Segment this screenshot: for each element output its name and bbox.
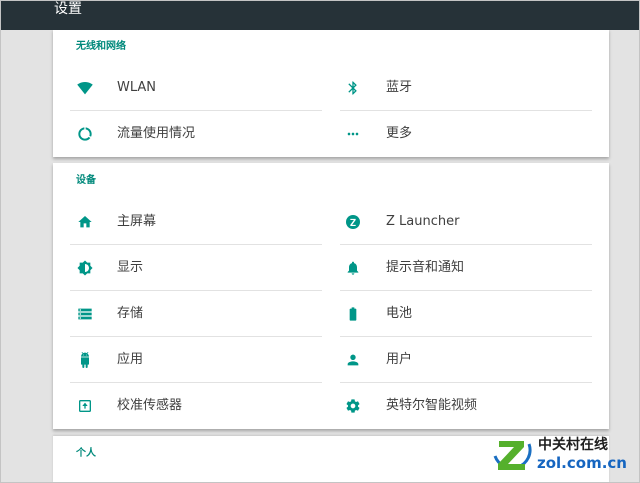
settings-item-home[interactable]: 主屏幕: [70, 199, 322, 245]
settings-item-users[interactable]: 用户: [340, 337, 592, 383]
section-header: 设备: [76, 175, 96, 186]
battery-icon: [345, 306, 361, 322]
section-wireless-networks: 无线和网络 WLAN 蓝牙 流量使用情况 更多: [53, 29, 609, 157]
settings-item-apps[interactable]: 应用: [70, 337, 322, 383]
watermark-name: 中关村在线: [538, 437, 608, 453]
more-icon: [345, 126, 361, 142]
home-icon: [77, 214, 93, 230]
settings-item-label: 显示: [117, 260, 144, 275]
section-header: 无线和网络: [76, 41, 126, 52]
bluetooth-icon: [345, 80, 361, 96]
settings-item-label: 存储: [117, 306, 144, 321]
settings-item-label: 提示音和通知: [386, 260, 465, 275]
watermark-url: zol.com.cn: [537, 454, 627, 472]
settings-item-intel-smart-video[interactable]: 英特尔智能视频: [340, 383, 592, 429]
settings-item-storage[interactable]: 存储: [70, 291, 322, 337]
wifi-icon: [77, 80, 93, 96]
settings-item-label: 用户: [386, 352, 413, 367]
settings-item-label: 更多: [386, 126, 413, 141]
settings-item-calibrate-sensors[interactable]: 校准传感器: [70, 383, 322, 429]
settings-item-label: 主屏幕: [117, 214, 157, 229]
settings-item-label: 英特尔智能视频: [386, 398, 478, 413]
storage-icon: [77, 306, 93, 322]
settings-item-label: 流量使用情况: [117, 126, 196, 141]
zol-watermark: 中关村在线 zol.com.cn: [489, 430, 637, 480]
settings-item-label: Z Launcher: [386, 214, 460, 229]
settings-item-z-launcher[interactable]: Z Launcher: [340, 199, 592, 245]
settings-item-display[interactable]: 显示: [70, 245, 322, 291]
android-icon: [77, 352, 93, 368]
bell-icon: [345, 260, 361, 276]
gear-icon: [345, 398, 361, 414]
display-icon: [77, 260, 93, 276]
zol-logo-icon: [493, 441, 532, 470]
settings-item-battery[interactable]: 电池: [340, 291, 592, 337]
settings-item-bluetooth[interactable]: 蓝牙: [340, 65, 592, 111]
z-launcher-icon: [345, 214, 361, 230]
settings-item-label: 电池: [386, 306, 413, 321]
settings-item-sound-notification[interactable]: 提示音和通知: [340, 245, 592, 291]
settings-item-more[interactable]: 更多: [340, 111, 592, 157]
page-title: 设置: [54, 1, 82, 17]
settings-item-label: 蓝牙: [386, 80, 413, 95]
settings-item-label: WLAN: [117, 80, 157, 95]
settings-item-wlan[interactable]: WLAN: [70, 65, 322, 111]
data-usage-icon: [77, 126, 93, 142]
settings-item-data-usage[interactable]: 流量使用情况: [70, 111, 322, 157]
settings-item-label: 校准传感器: [117, 398, 183, 413]
calibrate-icon: [77, 398, 93, 414]
app-bar: 设置: [0, 0, 640, 30]
section-device: 设备 主屏幕 Z Launcher 显示 提示音和通知 存储 电池 应用 用户 …: [53, 163, 609, 429]
settings-item-label: 应用: [117, 352, 144, 367]
person-icon: [345, 352, 361, 368]
